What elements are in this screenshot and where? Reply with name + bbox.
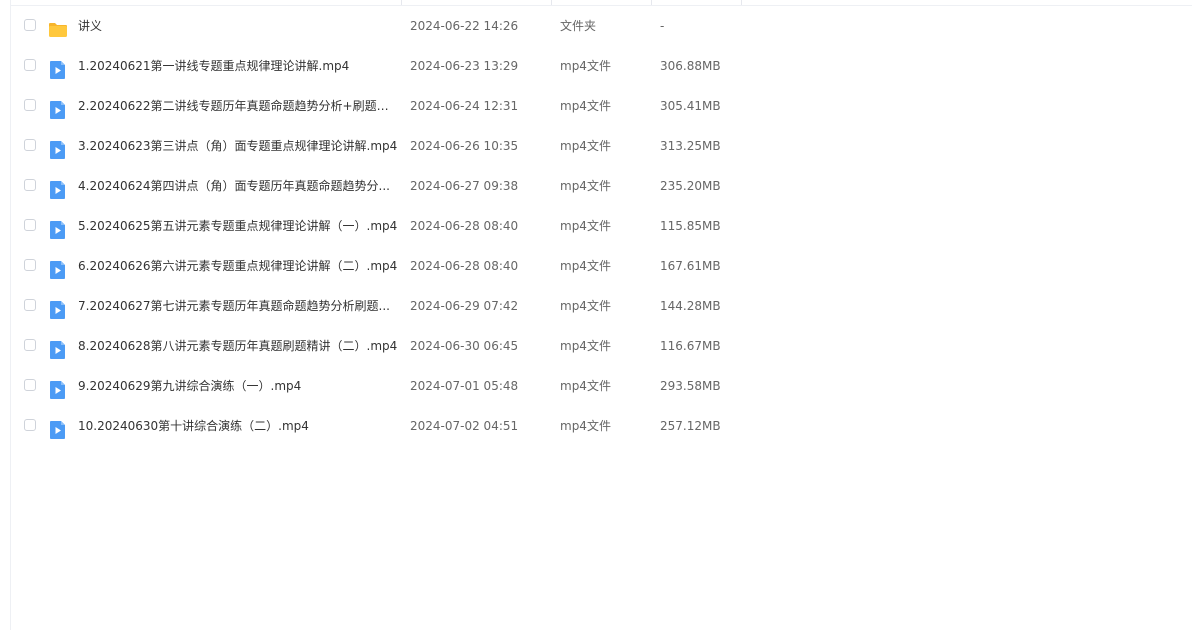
file-name[interactable]: 讲义 — [78, 6, 400, 46]
file-size: - — [660, 19, 665, 33]
file-size: 257.12MB — [660, 419, 721, 433]
file-name[interactable]: 7.20240627第七讲元素专题历年真题命题趋势分析刷题... — [78, 286, 400, 326]
file-name[interactable]: 5.20240625第五讲元素专题重点规律理论讲解（一）.mp4 — [78, 206, 400, 246]
file-type: mp4文件 — [560, 419, 611, 433]
file-type: mp4文件 — [560, 139, 611, 153]
list-item[interactable]: 7.20240627第七讲元素专题历年真题命题趋势分析刷题... 2024-06… — [11, 286, 1192, 326]
file-date: 2024-06-28 08:40 — [410, 219, 519, 233]
file-size: 235.20MB — [660, 179, 721, 193]
list-item[interactable]: 2.20240622第二讲线专题历年真题命题趋势分析+刷题精... 2024-0… — [11, 86, 1192, 126]
file-type: mp4文件 — [560, 299, 611, 313]
video-file-icon — [48, 416, 68, 439]
file-size: 305.41MB — [660, 99, 721, 113]
file-date: 2024-06-24 12:31 — [410, 99, 519, 113]
list-item[interactable]: 9.20240629第九讲综合演练（一）.mp4 2024-07-01 05:4… — [11, 366, 1192, 406]
file-name[interactable]: 2.20240622第二讲线专题历年真题命题趋势分析+刷题精... — [78, 86, 400, 126]
file-type: mp4文件 — [560, 99, 611, 113]
row-checkbox[interactable] — [24, 259, 36, 271]
file-date: 2024-06-23 13:29 — [410, 59, 519, 73]
file-date: 2024-06-26 10:35 — [410, 139, 519, 153]
file-size: 116.67MB — [660, 339, 721, 353]
file-name[interactable]: 3.20240623第三讲点（角）面专题重点规律理论讲解.mp4 — [78, 126, 400, 166]
list-item[interactable]: 4.20240624第四讲点（角）面专题历年真题命题趋势分... 2024-06… — [11, 166, 1192, 206]
file-list: 讲义 2024-06-22 14:26 文件夹 - 1.20240621第一讲线… — [11, 6, 1192, 446]
column-divider-size[interactable] — [741, 0, 742, 5]
file-size: 313.25MB — [660, 139, 721, 153]
file-name[interactable]: 4.20240624第四讲点（角）面专题历年真题命题趋势分... — [78, 166, 400, 206]
file-size: 115.85MB — [660, 219, 721, 233]
file-type: mp4文件 — [560, 339, 611, 353]
column-divider-name[interactable] — [401, 0, 402, 5]
file-type: mp4文件 — [560, 179, 611, 193]
row-checkbox[interactable] — [24, 299, 36, 311]
video-file-icon — [48, 136, 68, 159]
row-checkbox[interactable] — [24, 379, 36, 391]
file-date: 2024-06-22 14:26 — [410, 19, 519, 33]
list-item[interactable]: 6.20240626第六讲元素专题重点规律理论讲解（二）.mp4 2024-06… — [11, 246, 1192, 286]
row-checkbox[interactable] — [24, 219, 36, 231]
video-file-icon — [48, 336, 68, 359]
video-file-icon — [48, 96, 68, 119]
file-name[interactable]: 1.20240621第一讲线专题重点规律理论讲解.mp4 — [78, 46, 400, 86]
file-name[interactable]: 9.20240629第九讲综合演练（一）.mp4 — [78, 366, 400, 406]
video-file-icon — [48, 256, 68, 279]
file-list-panel: 讲义 2024-06-22 14:26 文件夹 - 1.20240621第一讲线… — [10, 0, 1192, 630]
file-date: 2024-06-27 09:38 — [410, 179, 519, 193]
list-item[interactable]: 8.20240628第八讲元素专题历年真题刷题精讲（二）.mp4 2024-06… — [11, 326, 1192, 366]
file-name[interactable]: 6.20240626第六讲元素专题重点规律理论讲解（二）.mp4 — [78, 246, 400, 286]
file-name[interactable]: 10.20240630第十讲综合演练（二）.mp4 — [78, 406, 400, 446]
file-type: mp4文件 — [560, 219, 611, 233]
file-type: mp4文件 — [560, 379, 611, 393]
column-divider-date[interactable] — [551, 0, 552, 5]
video-file-icon — [48, 176, 68, 199]
row-checkbox[interactable] — [24, 139, 36, 151]
file-size: 293.58MB — [660, 379, 721, 393]
video-file-icon — [48, 296, 68, 319]
file-date: 2024-06-28 08:40 — [410, 259, 519, 273]
folder-icon — [48, 16, 68, 37]
file-type: 文件夹 — [560, 19, 597, 33]
row-checkbox[interactable] — [24, 419, 36, 431]
file-date: 2024-06-29 07:42 — [410, 299, 519, 313]
row-checkbox[interactable] — [24, 59, 36, 71]
row-checkbox[interactable] — [24, 99, 36, 111]
video-file-icon — [48, 216, 68, 239]
list-item[interactable]: 1.20240621第一讲线专题重点规律理论讲解.mp4 2024-06-23 … — [11, 46, 1192, 86]
file-type: mp4文件 — [560, 259, 611, 273]
file-date: 2024-06-30 06:45 — [410, 339, 519, 353]
file-date: 2024-07-01 05:48 — [410, 379, 519, 393]
video-file-icon — [48, 376, 68, 399]
file-name[interactable]: 8.20240628第八讲元素专题历年真题刷题精讲（二）.mp4 — [78, 326, 400, 366]
file-size: 144.28MB — [660, 299, 721, 313]
list-item[interactable]: 5.20240625第五讲元素专题重点规律理论讲解（一）.mp4 2024-06… — [11, 206, 1192, 246]
row-checkbox[interactable] — [24, 179, 36, 191]
file-date: 2024-07-02 04:51 — [410, 419, 519, 433]
row-checkbox[interactable] — [24, 339, 36, 351]
list-item[interactable]: 3.20240623第三讲点（角）面专题重点规律理论讲解.mp4 2024-06… — [11, 126, 1192, 166]
list-item[interactable]: 讲义 2024-06-22 14:26 文件夹 - — [11, 6, 1192, 46]
video-file-icon — [48, 56, 68, 79]
column-divider-type[interactable] — [651, 0, 652, 5]
file-size: 167.61MB — [660, 259, 721, 273]
list-item[interactable]: 10.20240630第十讲综合演练（二）.mp4 2024-07-02 04:… — [11, 406, 1192, 446]
file-size: 306.88MB — [660, 59, 721, 73]
file-type: mp4文件 — [560, 59, 611, 73]
row-checkbox[interactable] — [24, 19, 36, 31]
